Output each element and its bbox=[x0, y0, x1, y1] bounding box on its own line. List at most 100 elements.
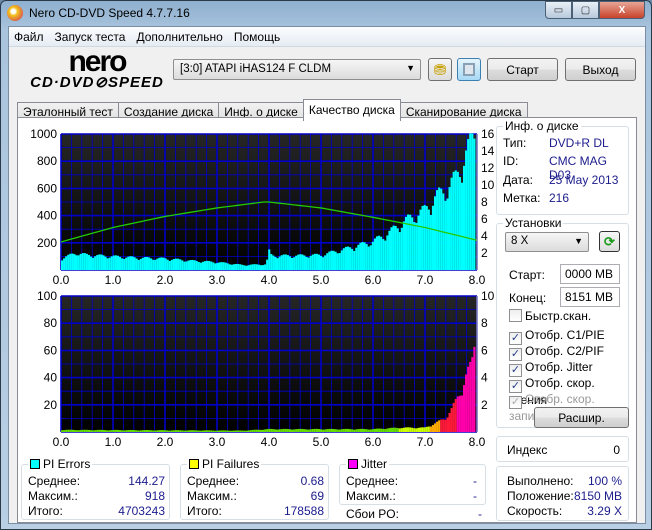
menu-extra[interactable]: Дополнительно bbox=[131, 27, 228, 46]
bar bbox=[183, 261, 186, 270]
speed-select[interactable]: 8 X ▼ bbox=[505, 232, 589, 252]
checkbox-1[interactable]: ✓ Отобр. C1/PIE bbox=[509, 328, 628, 345]
bar bbox=[378, 235, 381, 270]
checkbox-label: Отобр. C2/PIF bbox=[525, 344, 604, 358]
bar bbox=[114, 429, 117, 432]
bar bbox=[145, 430, 149, 432]
bar bbox=[431, 425, 435, 432]
jitter-avg-value: - bbox=[473, 474, 477, 488]
bar bbox=[473, 138, 476, 270]
bar bbox=[191, 430, 194, 432]
maximize-button[interactable]: ▢ bbox=[572, 1, 599, 19]
minimize-button[interactable]: ▭ bbox=[545, 1, 572, 19]
tab-disc-quality[interactable]: Качество диска bbox=[302, 99, 401, 121]
bar bbox=[278, 256, 281, 270]
bar bbox=[174, 430, 178, 432]
pie-total-value: 4703243 bbox=[118, 504, 165, 518]
bar bbox=[232, 264, 236, 270]
save-button[interactable] bbox=[457, 58, 481, 81]
bar bbox=[288, 256, 292, 270]
checkbox-0[interactable]: Быстр.скан. bbox=[509, 309, 628, 325]
start-button[interactable]: Старт bbox=[487, 58, 558, 81]
bar bbox=[220, 430, 223, 432]
y2-tick-label: 16 bbox=[481, 127, 495, 141]
bar bbox=[282, 428, 285, 432]
bar bbox=[203, 430, 207, 432]
bar bbox=[197, 262, 200, 270]
bar bbox=[100, 429, 103, 432]
drive-info-button[interactable]: ⛃ bbox=[428, 58, 452, 81]
drive-select[interactable]: [3:0] ATAPI iHAS124 F CLDM ▼ bbox=[173, 59, 421, 80]
jitter-swatch bbox=[348, 459, 358, 469]
advanced-button[interactable]: Расшир. bbox=[534, 407, 629, 428]
bar bbox=[315, 253, 318, 270]
bar bbox=[417, 215, 420, 270]
bar bbox=[179, 430, 182, 432]
bar bbox=[431, 205, 435, 270]
menu-help[interactable]: Помощь bbox=[229, 27, 286, 46]
x-tick-label: 6.0 bbox=[365, 273, 382, 286]
bar bbox=[266, 259, 269, 270]
bar bbox=[139, 258, 142, 270]
checkbox-box: ✓ bbox=[509, 396, 522, 409]
y2-tick-label: 14 bbox=[481, 144, 495, 158]
bar bbox=[67, 429, 70, 432]
bar bbox=[436, 421, 439, 432]
checkbox-2[interactable]: ✓ Отобр. C2/PIF bbox=[509, 344, 628, 361]
bar bbox=[307, 257, 310, 270]
bar bbox=[181, 260, 184, 270]
bar bbox=[268, 428, 271, 432]
bar bbox=[174, 258, 178, 270]
bar bbox=[446, 198, 449, 270]
y2-tick-label: 4 bbox=[481, 371, 488, 385]
x-tick-label: 2.0 bbox=[157, 435, 174, 448]
bar bbox=[79, 253, 82, 270]
pie-total-label: Итого: bbox=[28, 504, 63, 518]
bar bbox=[365, 244, 368, 270]
disc-id-label: ID: bbox=[503, 154, 519, 168]
bar bbox=[226, 263, 229, 270]
bar bbox=[396, 427, 399, 432]
bar bbox=[353, 429, 356, 432]
y-tick-label: 60 bbox=[44, 343, 58, 357]
bar bbox=[145, 256, 149, 270]
bar bbox=[141, 430, 144, 432]
bar bbox=[98, 254, 101, 270]
bar bbox=[119, 430, 122, 432]
bar bbox=[305, 256, 308, 270]
bar bbox=[293, 257, 296, 270]
menu-file[interactable]: Файл bbox=[9, 27, 50, 46]
bar bbox=[440, 188, 443, 270]
bar bbox=[330, 428, 333, 432]
checkbox-box[interactable] bbox=[509, 309, 522, 322]
exit-button[interactable]: Выход bbox=[565, 58, 636, 81]
bar bbox=[85, 429, 88, 432]
menu-run-test[interactable]: Запуск теста bbox=[50, 27, 132, 46]
bar bbox=[344, 428, 347, 432]
checkbox-3[interactable]: ✓ Отобр. Jitter bbox=[509, 360, 628, 377]
bar bbox=[177, 258, 180, 270]
bar bbox=[201, 430, 204, 432]
refresh-speed-button[interactable]: ⟳ bbox=[599, 231, 620, 252]
bar bbox=[60, 430, 64, 432]
x-tick-label: 4.0 bbox=[261, 273, 278, 286]
logo-top: nero bbox=[68, 45, 127, 78]
x-tick-label: 7.0 bbox=[417, 435, 434, 448]
close-button[interactable]: X bbox=[599, 1, 645, 19]
end-input[interactable]: 8151 MB bbox=[560, 287, 620, 307]
bar bbox=[156, 258, 159, 270]
bar bbox=[274, 256, 277, 270]
checkbox-4[interactable]: ✓ Отобр. скор. чтения bbox=[509, 376, 628, 407]
bar bbox=[172, 430, 175, 432]
bar bbox=[276, 258, 279, 270]
jitter-group: Jitter Среднее: - Максим.: - bbox=[339, 457, 486, 505]
bar bbox=[71, 429, 74, 432]
bar bbox=[253, 429, 256, 432]
position-value: 8150 MB bbox=[573, 489, 622, 503]
bar bbox=[444, 419, 447, 432]
pi-errors-title: PI Errors bbox=[43, 457, 91, 471]
bar bbox=[125, 430, 128, 432]
start-input[interactable]: 0000 MB bbox=[560, 264, 620, 284]
bar bbox=[206, 430, 209, 432]
bar bbox=[73, 429, 76, 432]
